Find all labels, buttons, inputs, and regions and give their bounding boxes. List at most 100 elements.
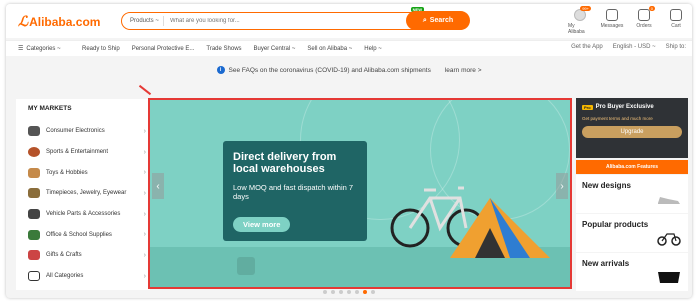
cart-label: Cart xyxy=(671,23,681,29)
market-item-office[interactable]: Office & School Supplies › xyxy=(16,224,150,245)
bicycle-tent-illustration xyxy=(390,186,550,258)
market-label: Timepieces, Jewelry, Eyewear xyxy=(46,190,127,197)
card-title: New designs xyxy=(582,181,631,190)
cart-button[interactable]: Cart xyxy=(664,9,688,35)
alibaba-logo-icon: ℒ xyxy=(18,13,29,29)
orders-label: Orders xyxy=(636,23,652,29)
info-icon: i xyxy=(216,66,225,74)
orders-icon: 0 xyxy=(638,6,655,21)
watch-icon xyxy=(28,188,40,199)
carousel-dot[interactable] xyxy=(347,290,351,294)
my-markets-panel: MY MARKETS Consumer Electronics › Sports … xyxy=(16,99,150,290)
chevron-right-icon: › xyxy=(143,231,146,239)
learn-more-link[interactable]: learn more > xyxy=(445,67,482,74)
features-link[interactable]: Alibaba.com Features xyxy=(576,160,688,174)
pro-buyer-panel: Pro Pro Buyer Exclusive Get payment term… xyxy=(576,98,688,158)
toy-icon xyxy=(28,167,40,178)
market-label: Office & School Supplies xyxy=(46,231,112,238)
get-app-link[interactable]: Get the App xyxy=(571,44,603,50)
chevron-right-icon: › xyxy=(143,272,146,280)
categories-label: Categories ~ xyxy=(26,45,61,52)
chevron-right-icon: › xyxy=(143,210,146,218)
nav-right: Get the App English - USD ~ Ship to: xyxy=(571,44,686,50)
stationery-icon xyxy=(28,229,40,240)
upgrade-button[interactable]: Upgrade xyxy=(582,126,682,138)
header: ℒ Alibaba.com Products ~ NEW ⌕ Search 99… xyxy=(6,4,692,38)
avatar-icon: 99+ xyxy=(574,6,591,21)
cart-icon xyxy=(670,9,682,21)
carousel-prev-button[interactable]: ‹ xyxy=(152,173,164,199)
my-markets-title: MY MARKETS xyxy=(28,105,72,112)
messages-button[interactable]: Messages xyxy=(600,9,624,35)
pro-title: Pro Pro Buyer Exclusive xyxy=(582,104,682,110)
product-icon xyxy=(658,272,680,283)
carousel-dot[interactable] xyxy=(339,290,343,294)
zoom-icon[interactable] xyxy=(237,257,255,275)
nav-item-sell-on-alibaba[interactable]: Sell on Alibaba ~ xyxy=(307,46,352,52)
new-designs-card[interactable]: New designs xyxy=(576,175,688,213)
nav-item-buyer-central[interactable]: Buyer Central ~ xyxy=(254,46,296,52)
my-alibaba-button[interactable]: 99+ My Alibaba xyxy=(568,6,592,35)
headphones-icon xyxy=(28,126,40,137)
grid-icon xyxy=(28,271,40,282)
carousel-dot[interactable] xyxy=(355,290,359,294)
nav-item-trade-shows[interactable]: Trade Shows xyxy=(206,46,241,52)
my-alibaba-label: My Alibaba xyxy=(568,23,585,35)
nav-item-ready-to-ship[interactable]: Ready to Ship xyxy=(82,46,120,52)
carousel-dot[interactable] xyxy=(331,290,335,294)
language-select[interactable]: English - USD ~ xyxy=(613,44,656,50)
browser-page: ℒ Alibaba.com Products ~ NEW ⌕ Search 99… xyxy=(6,4,692,298)
carousel-dot[interactable] xyxy=(371,290,375,294)
nav-item-help[interactable]: Help ~ xyxy=(364,46,382,52)
card-title: New arrivals xyxy=(582,259,630,268)
carousel-next-button[interactable]: › xyxy=(556,173,568,199)
market-item-vehicle-parts[interactable]: Vehicle Parts & Accessories › xyxy=(16,204,150,225)
market-item-toys[interactable]: Toys & Hobbies › xyxy=(16,162,150,183)
chevron-right-icon: › xyxy=(143,251,146,259)
market-item-consumer-electronics[interactable]: Consumer Electronics › xyxy=(16,121,150,142)
bicycle-icon xyxy=(657,233,681,246)
banner-subtext: Low MOQ and fast dispatch within 7 days xyxy=(233,183,354,201)
covid-notice: i See FAQs on the coronavirus (COVID-19)… xyxy=(6,62,692,78)
menu-icon: ☰ xyxy=(18,46,24,52)
search-bar: Products ~ NEW ⌕ Search xyxy=(121,7,470,30)
shoe-icon xyxy=(658,197,680,204)
right-column: Pro Pro Buyer Exclusive Get payment term… xyxy=(576,98,688,291)
pro-title-text: Pro Buyer Exclusive xyxy=(595,104,654,110)
ship-to-select[interactable]: Ship to: xyxy=(666,44,686,50)
market-item-timepieces[interactable]: Timepieces, Jewelry, Eyewear › xyxy=(16,183,150,204)
chevron-right-icon: › xyxy=(143,189,146,197)
pro-tag: Pro xyxy=(582,104,593,110)
categories-menu[interactable]: ☰ Categories ~ xyxy=(6,45,82,53)
ball-icon xyxy=(28,147,40,158)
new-arrivals-card[interactable]: New arrivals xyxy=(576,253,688,291)
chevron-right-icon: › xyxy=(143,127,146,135)
card-title: Popular products xyxy=(582,220,649,229)
search-button[interactable]: ⌕ Search xyxy=(406,11,470,30)
alibaba-logo[interactable]: ℒ Alibaba.com xyxy=(18,13,100,30)
logo-text: Alibaba.com xyxy=(29,14,101,29)
search-icon: ⌕ xyxy=(422,16,427,24)
market-label: Sports & Entertainment xyxy=(46,149,109,156)
market-item-sports[interactable]: Sports & Entertainment › xyxy=(16,142,150,163)
notification-badge: 99+ xyxy=(580,6,591,11)
banner-card: Direct delivery from local warehouses Lo… xyxy=(223,141,367,241)
market-label: Consumer Electronics xyxy=(46,128,105,135)
annotation-arrow xyxy=(138,84,152,96)
orders-button[interactable]: 0 Orders xyxy=(632,6,656,35)
notice-text[interactable]: See FAQs on the coronavirus (COVID-19) a… xyxy=(229,67,431,74)
market-item-gifts[interactable]: Gifts & Crafts › xyxy=(16,245,150,266)
nav-item-ppe[interactable]: Personal Protective E... xyxy=(132,46,195,52)
header-icons: 99+ My Alibaba Messages 0 Orders Cart xyxy=(568,6,688,35)
message-icon xyxy=(606,9,618,21)
pro-desc: Get payment terms and much more xyxy=(582,116,653,121)
search-category-select[interactable]: Products ~ xyxy=(122,16,164,26)
search-button-label: Search xyxy=(429,17,454,24)
view-more-button[interactable]: View more xyxy=(233,217,291,232)
carousel-dot-active[interactable] xyxy=(363,290,367,294)
promo-banner[interactable]: Direct delivery from local warehouses Lo… xyxy=(148,98,572,289)
popular-products-card[interactable]: Popular products xyxy=(576,214,688,252)
carousel-dot[interactable] xyxy=(323,290,327,294)
market-item-all-categories[interactable]: All Categories › xyxy=(16,266,150,287)
market-label: Gifts & Crafts xyxy=(46,252,82,259)
